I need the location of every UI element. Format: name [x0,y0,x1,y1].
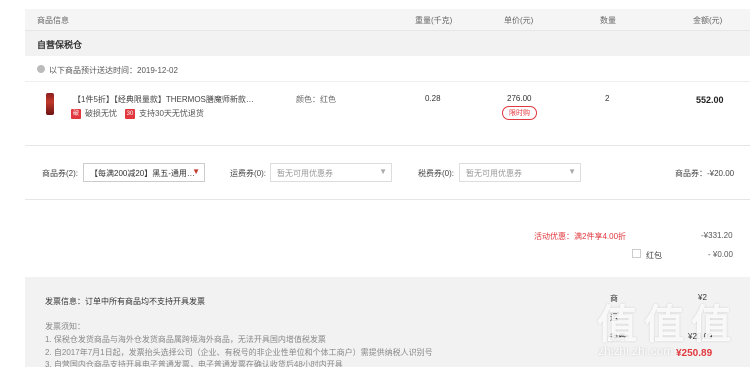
shipping-estimate-text: 以下商品预计送达时间：2019-12-02 [49,66,178,75]
product-service-tags: 破 破损无忧 30 支持30天无忧退货 [71,108,204,119]
clock-icon [37,65,45,73]
product-color: 颜色：红色 [296,95,336,104]
shipping-coupon-label: 运费券(0): [230,169,266,178]
site-watermark-logo: 值 值 值 [597,303,731,347]
tax-coupon-placeholder: 暂无可用优惠券 [466,169,522,178]
tax-coupon-select[interactable]: 暂无可用优惠券 ▼ [459,163,581,182]
red-packet-value: - ¥0.00 [708,250,733,259]
product-amount: 552.00 [696,95,724,105]
promotion-value: -¥331.20 [701,231,733,240]
shipping-coupon-placeholder: 暂无可用优惠券 [277,169,333,178]
chevron-down-icon: ▼ [568,167,576,176]
order-item-row: 【1件5折】【经典限量款】THERMOS膳魔师新款… 破 破损无忧 30 支持3… [25,82,750,130]
warehouse-header: 自营保税仓 [25,31,750,56]
invoice-title: 发票信息：订单中所有商品均不支持开具发票 [45,297,205,306]
limited-time-badge: 限时购 [502,106,537,120]
coupon-section: 商品券(2): 【每满200减20】黑五-通用… ▼ 运费券(0): 暂无可用优… [25,145,750,200]
col-quantity: 数量 [600,16,616,25]
return-policy-label: 支持30天无忧退货 [139,109,204,118]
chevron-down-icon: ▼ [192,167,200,176]
table-header: 商品信息 重量(千克) 单价(元) 数量 金额(元) [25,9,750,31]
red-packet-checkbox[interactable] [632,249,641,258]
chevron-down-icon: ▼ [379,167,387,176]
site-watermark-url: zhizhi.zhi.com [598,344,674,358]
col-weight: 重量(千克) [415,16,453,25]
invoice-notice-line: 1. 保税仓发货商品与海外仓发货商品属跨境海外商品，无法开具国内增值税发票 [45,335,326,344]
invoice-notice-line: 2. 自2017年7月1日起，发票抬头选择公司（企业、有税号的非企业性单位和个体… [45,348,433,357]
invoice-notice-line: 3. 自营国内仓商品支持开具电子普通发票，电子普通发票在确认收货后48小时内开具 [45,360,343,367]
red-packet-label: 红包 [646,251,662,260]
tax-coupon-label: 税费券(0): [418,169,454,178]
product-coupon-select[interactable]: 【每满200减20】黑五-通用… ▼ [83,163,205,182]
invoice-notice-title: 发票须知： [45,322,85,331]
product-coupon-label: 商品券(2): [42,169,78,178]
product-quantity: 2 [605,94,610,103]
product-coupon-total: 商品券：-¥20.00 [675,169,735,178]
product-coupon-value: 【每满200减20】黑五-通用… [90,169,195,178]
damage-guarantee-icon: 破 [71,108,81,119]
damage-guarantee-label: 破损无忧 [85,109,117,118]
product-title-link[interactable]: 【1件5折】【经典限量款】THERMOS膳魔师新款… [73,94,254,105]
col-unit-price: 单价(元) [504,16,534,25]
return-30-days-icon: 30 [125,108,135,119]
product-thumbnail[interactable] [46,93,54,115]
product-unit-price: 276.00 [507,94,532,103]
col-amount: 金额(元) [693,16,723,25]
shipping-coupon-select[interactable]: 暂无可用优惠券 ▼ [270,163,392,182]
warehouse-name: 自营保税仓 [37,40,83,50]
promotion-label: 活动优惠：满2件享4.00折 [534,232,627,241]
shipping-estimate: 以下商品预计送达时间：2019-12-02 [25,56,750,82]
product-weight: 0.28 [425,94,441,103]
col-product-info: 商品信息 [37,16,69,25]
